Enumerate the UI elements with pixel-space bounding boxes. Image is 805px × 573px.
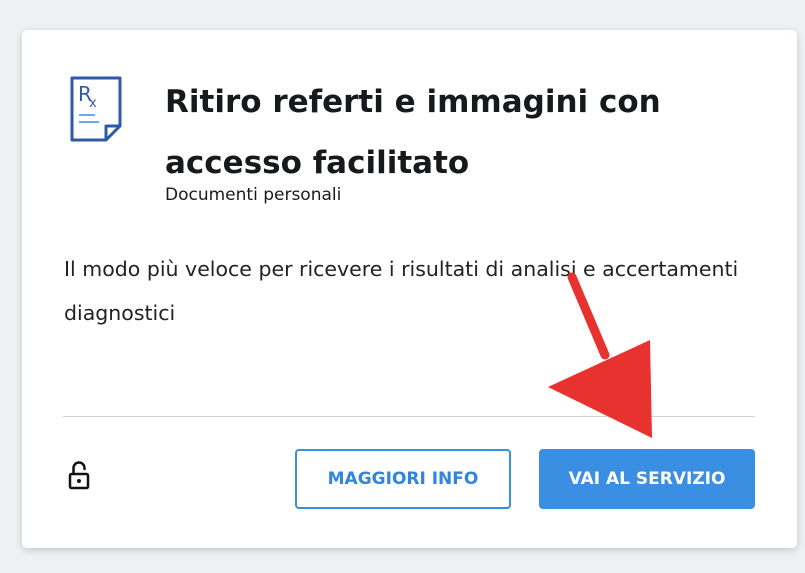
service-title: Ritiro referti e immagini con accesso fa…: [165, 84, 661, 181]
unlocked-padlock-icon: [68, 461, 90, 490]
service-description: Il modo più veloce per ricevere i risult…: [64, 257, 739, 325]
go-to-service-button[interactable]: VAI AL SERVIZIO: [539, 449, 755, 509]
card-divider: [63, 416, 755, 417]
rx-prescription-icon: R x: [70, 76, 122, 142]
svg-text:x: x: [89, 96, 97, 111]
service-category: Documenti personali: [165, 185, 342, 205]
service-card: R x Ritiro referti e immagini con access…: [22, 30, 797, 548]
more-info-button[interactable]: MAGGIORI INFO: [295, 449, 511, 509]
